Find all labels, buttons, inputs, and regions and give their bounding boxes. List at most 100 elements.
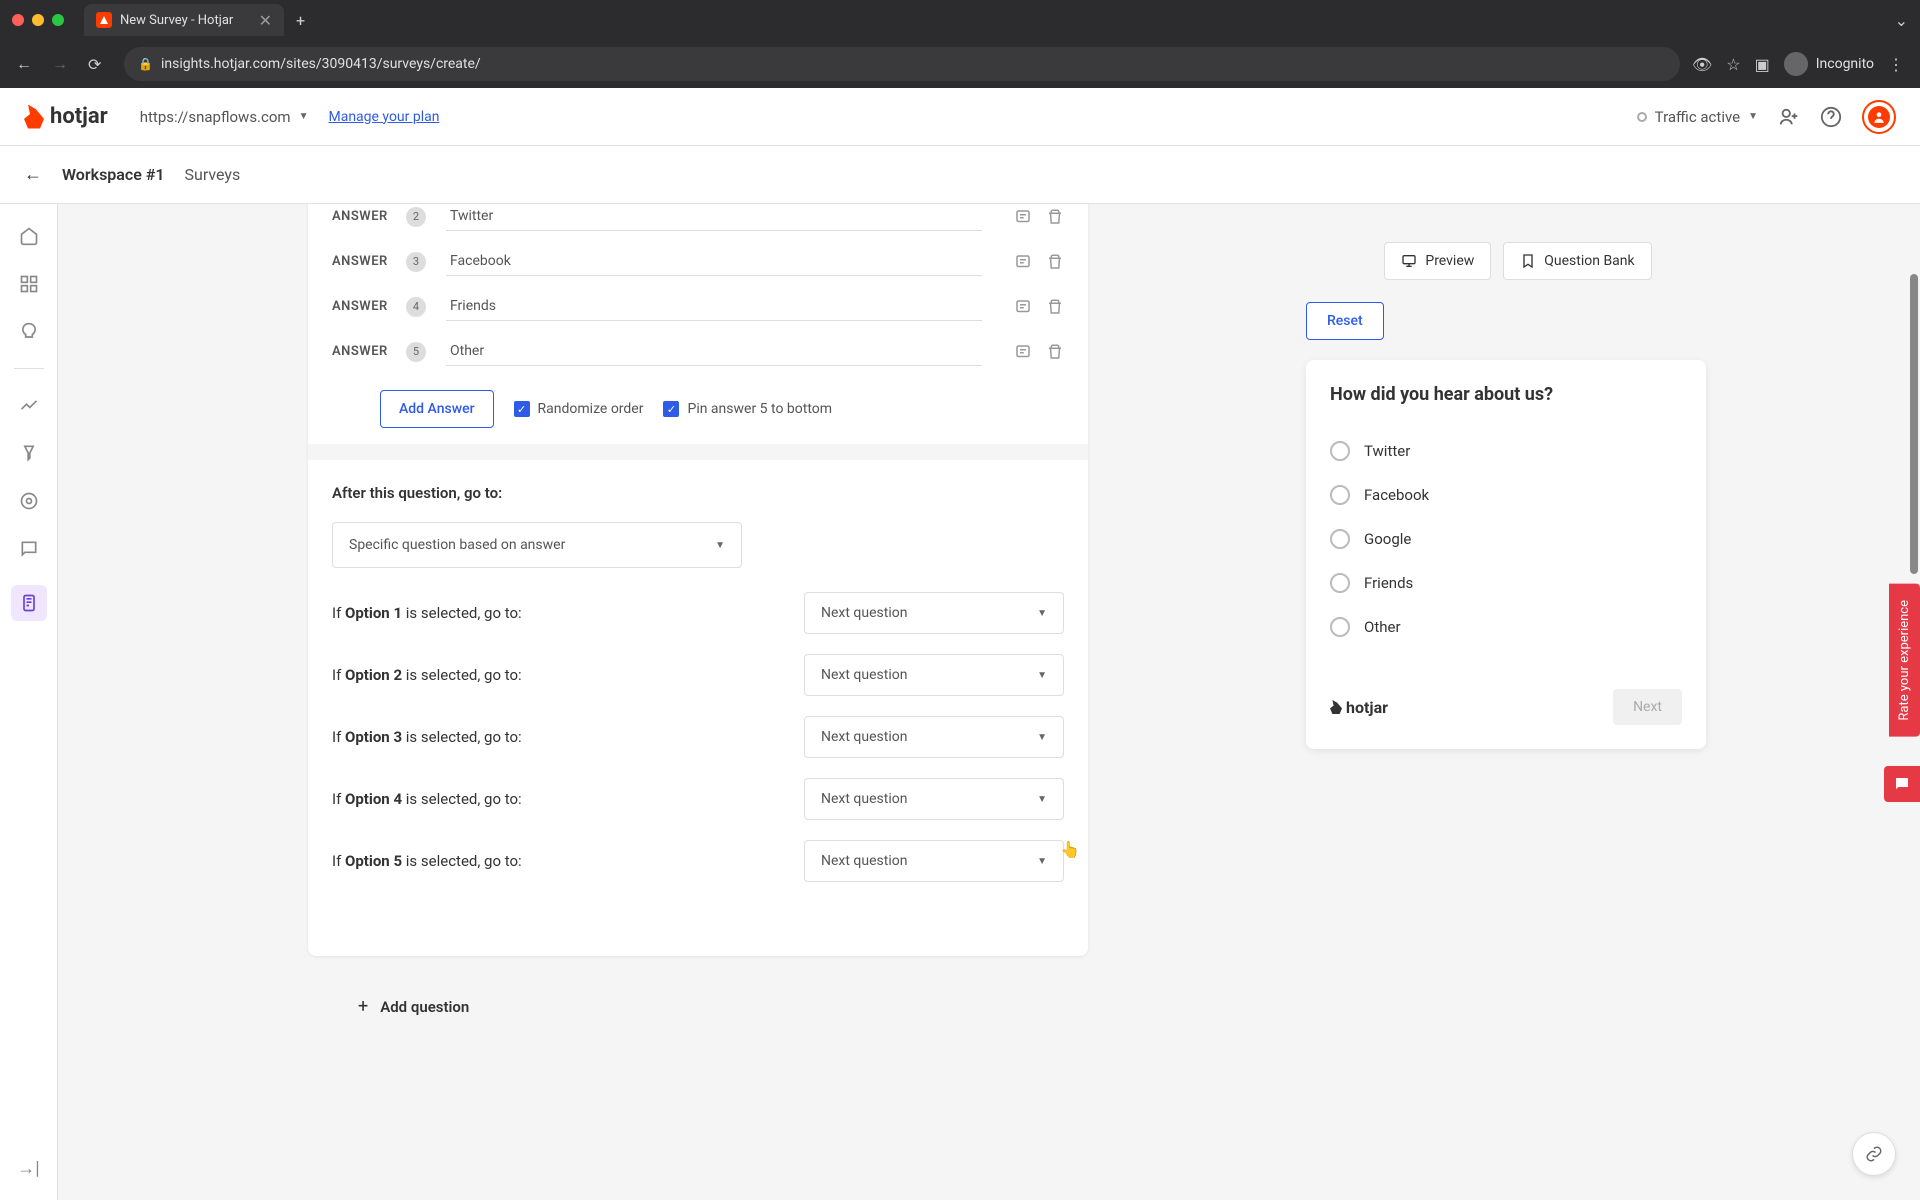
logic-section: After this question, go to: Specific que… — [308, 444, 1088, 926]
trash-icon[interactable] — [1046, 298, 1064, 316]
add-answer-button[interactable]: Add Answer — [380, 390, 494, 428]
preview-option-label: Google — [1364, 530, 1411, 548]
preview-radio-option[interactable]: Facebook — [1330, 473, 1682, 517]
highlights-icon[interactable] — [17, 320, 41, 344]
comment-icon[interactable] — [1014, 253, 1032, 271]
option-goto-select[interactable]: Next question ▼ — [804, 778, 1064, 820]
answer-input[interactable] — [446, 337, 982, 366]
recordings-icon[interactable] — [17, 489, 41, 513]
option-condition-text: If Option 5 is selected, go to: — [332, 852, 522, 870]
option-goto-select[interactable]: Next question ▼ — [804, 592, 1064, 634]
tab-bar: New Survey - Hotjar ✕ + ⌄ — [0, 0, 1920, 40]
reload-button[interactable]: ⟳ — [88, 55, 112, 74]
comment-icon[interactable] — [1014, 343, 1032, 361]
share-link-button[interactable] — [1852, 1132, 1896, 1176]
logic-option-row: If Option 4 is selected, go to: Next que… — [332, 778, 1064, 820]
address-bar[interactable]: 🔒 insights.hotjar.com/sites/3090413/surv… — [124, 47, 1680, 81]
pin-checkbox-group[interactable]: ✓ Pin answer 5 to bottom — [663, 401, 832, 417]
logic-option-row: If Option 5 is selected, go to: Next que… — [332, 840, 1064, 882]
site-selector[interactable]: https://snapflows.com ▼ — [140, 108, 309, 126]
answer-input[interactable] — [446, 204, 982, 231]
traffic-status[interactable]: Traffic active ▼ — [1637, 108, 1758, 126]
eye-off-icon[interactable]: 👁 — [1692, 55, 1712, 74]
preview-option-label: Facebook — [1364, 486, 1429, 504]
preview-radio-option[interactable]: Other — [1330, 605, 1682, 649]
logic-select-value: Specific question based on answer — [349, 537, 565, 553]
new-tab-button[interactable]: + — [296, 11, 305, 30]
add-question-button[interactable]: + Add question — [308, 996, 1088, 1017]
comment-icon[interactable] — [1014, 298, 1032, 316]
trash-icon[interactable] — [1046, 208, 1064, 226]
reset-button[interactable]: Reset — [1306, 302, 1384, 340]
user-avatar[interactable] — [1862, 100, 1896, 134]
radio-icon — [1330, 485, 1350, 505]
feedback-icon-button[interactable] — [1884, 766, 1920, 802]
comment-icon[interactable] — [1014, 208, 1032, 226]
preview-hotjar-logo[interactable]: hotjar — [1330, 698, 1388, 717]
surveys-nav-icon[interactable] — [11, 585, 47, 621]
editor-panel: ANSWER 2 ANSWER 3 ANSWER 4 ANSWER 5 — [308, 204, 1088, 956]
surveys-breadcrumb[interactable]: Surveys — [185, 165, 241, 184]
sidebar: →| — [0, 204, 58, 1200]
back-button[interactable]: ← — [16, 54, 40, 74]
answer-actions — [1014, 253, 1064, 271]
funnels-icon[interactable] — [17, 441, 41, 465]
trash-icon[interactable] — [1046, 253, 1064, 271]
browser-menu-icon[interactable]: ⋮ — [1888, 55, 1904, 74]
lock-icon: 🔒 — [138, 57, 153, 71]
answer-label: ANSWER — [332, 344, 394, 359]
option-select-value: Next question — [821, 605, 907, 621]
logic-main-select[interactable]: Specific question based on answer ▼ — [332, 522, 742, 568]
preview-radio-option[interactable]: Friends — [1330, 561, 1682, 605]
site-url: https://snapflows.com — [140, 108, 291, 126]
incognito-label: Incognito — [1816, 56, 1874, 72]
feedback-tab[interactable]: Rate your experience — [1889, 584, 1920, 737]
trash-icon[interactable] — [1046, 343, 1064, 361]
dashboard-icon[interactable] — [17, 272, 41, 296]
option-goto-select[interactable]: Next question ▼ — [804, 840, 1064, 882]
hotjar-logo[interactable]: hotjar — [24, 104, 108, 129]
preview-button[interactable]: Preview — [1384, 242, 1491, 280]
tab-list-dropdown-icon[interactable]: ⌄ — [1895, 11, 1908, 30]
extensions-icon[interactable]: ▣ — [1755, 55, 1770, 74]
answer-row: ANSWER 2 — [308, 204, 1088, 239]
help-icon[interactable] — [1820, 106, 1842, 128]
option-goto-select[interactable]: Next question ▼ — [804, 716, 1064, 758]
answer-input[interactable] — [446, 292, 982, 321]
answer-label: ANSWER — [332, 209, 394, 224]
option-goto-select[interactable]: Next question ▼ — [804, 654, 1064, 696]
close-tab-icon[interactable]: ✕ — [259, 11, 272, 30]
trends-icon[interactable] — [17, 393, 41, 417]
radio-icon — [1330, 441, 1350, 461]
randomize-checkbox-group[interactable]: ✓ Randomize order — [514, 401, 644, 417]
browser-tab[interactable]: New Survey - Hotjar ✕ — [84, 4, 284, 36]
incognito-badge[interactable]: Incognito — [1784, 52, 1874, 76]
minimize-window-button[interactable] — [32, 14, 44, 26]
question-bank-button[interactable]: Question Bank — [1503, 242, 1651, 280]
app-header: hotjar https://snapflows.com ▼ Manage yo… — [0, 88, 1920, 146]
scrollbar-thumb[interactable] — [1910, 274, 1918, 574]
answer-number-badge: 4 — [406, 297, 426, 317]
answer-actions — [1014, 298, 1064, 316]
back-arrow-button[interactable]: ← — [24, 164, 42, 185]
logic-option-row: If Option 1 is selected, go to: Next que… — [332, 592, 1064, 634]
feedback-nav-icon[interactable] — [17, 537, 41, 561]
invite-user-icon[interactable] — [1778, 106, 1800, 128]
manage-plan-link[interactable]: Manage your plan — [328, 109, 439, 125]
preview-radio-option[interactable]: Google — [1330, 517, 1682, 561]
chevron-down-icon: ▼ — [715, 540, 725, 551]
workspace-name[interactable]: Workspace #1 — [62, 165, 165, 184]
close-window-button[interactable] — [12, 14, 24, 26]
home-icon[interactable] — [17, 224, 41, 248]
preview-radio-option[interactable]: Twitter — [1330, 429, 1682, 473]
maximize-window-button[interactable] — [52, 14, 64, 26]
answer-input[interactable] — [446, 247, 982, 276]
next-button-disabled: Next — [1613, 689, 1682, 725]
sidebar-divider — [14, 368, 44, 369]
survey-preview-card: How did you hear about us? Twitter Faceb… — [1306, 360, 1706, 749]
checkbox-checked-icon: ✓ — [663, 401, 679, 417]
star-icon[interactable]: ☆ — [1726, 55, 1740, 74]
hotjar-logo-text: hotjar — [50, 104, 108, 129]
option-select-value: Next question — [821, 729, 907, 745]
collapse-sidebar-icon[interactable]: →| — [17, 1156, 41, 1180]
